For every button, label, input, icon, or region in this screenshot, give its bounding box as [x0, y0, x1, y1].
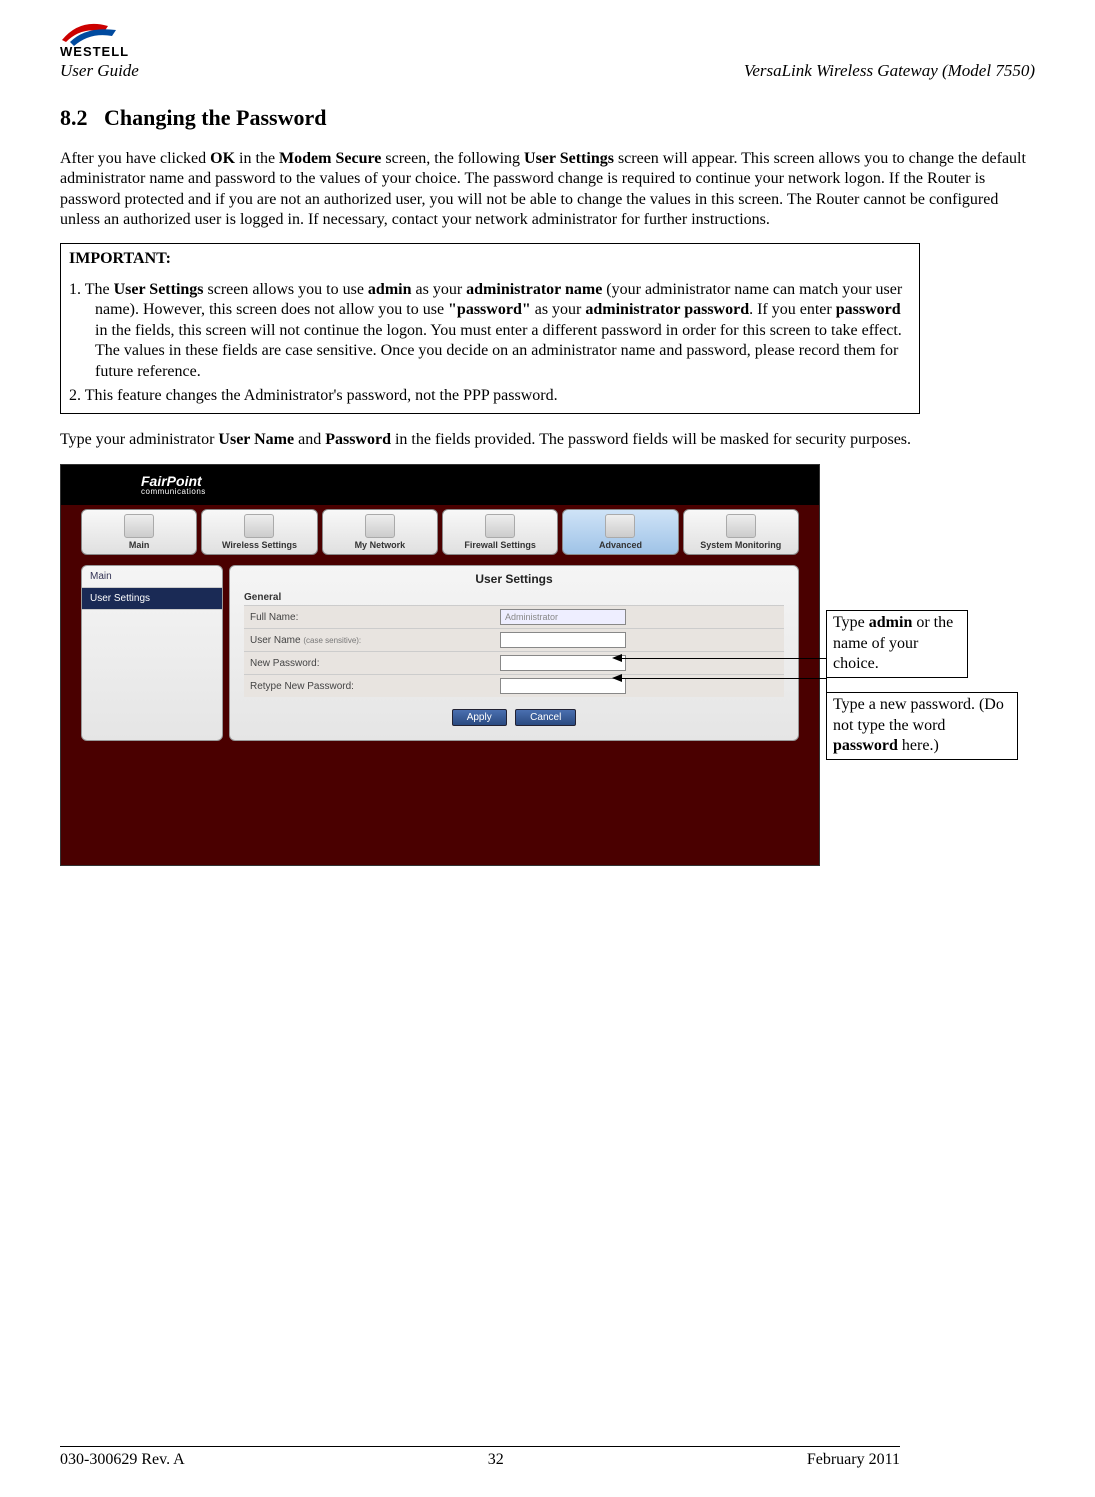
arrow-icon — [612, 654, 622, 662]
nav-mynetwork[interactable]: My Network — [322, 509, 438, 555]
screenshot-with-callouts: FairPoint communications Main Wireless S… — [60, 464, 1035, 894]
section-number: 8.2 — [60, 105, 104, 131]
nav-system[interactable]: System Monitoring — [683, 509, 799, 555]
callout-line-2a — [620, 678, 690, 679]
brand-text: WESTELL — [60, 44, 1035, 59]
callout-line-2b — [689, 678, 827, 719]
running-header: User Guide VersaLink Wireless Gateway (M… — [60, 61, 1035, 81]
westell-logo: WESTELL — [60, 20, 1035, 59]
row-fullname: Full Name: Administrator — [244, 605, 784, 628]
row-newpw: New Password: — [244, 651, 784, 674]
nav-firewall[interactable]: Firewall Settings — [442, 509, 558, 555]
callout-username: Type admin or the name of your choice. — [826, 610, 968, 677]
header-left: User Guide — [60, 61, 139, 81]
type-instruction: Type your administrator User Name and Pa… — [60, 430, 1035, 450]
footer-left: 030-300629 Rev. A — [60, 1451, 185, 1469]
username-input[interactable] — [500, 632, 626, 648]
advanced-icon — [605, 514, 635, 538]
section-heading: 8.2Changing the Password — [60, 105, 1035, 131]
important-label: IMPORTANT: — [69, 250, 911, 268]
page-footer: 030-300629 Rev. A 32 February 2011 — [60, 1446, 1035, 1469]
network-icon — [365, 514, 395, 538]
side-panel: Main User Settings — [81, 565, 223, 741]
callout-password: Type a new password. (Do not type the wo… — [826, 692, 1018, 759]
router-ui-figure: FairPoint communications Main Wireless S… — [60, 464, 820, 866]
important-box: IMPORTANT: 1. The User Settings screen a… — [60, 243, 920, 414]
nav-advanced[interactable]: Advanced — [562, 509, 678, 555]
apply-button[interactable]: Apply — [452, 709, 507, 726]
wireless-icon — [244, 514, 274, 538]
callout-line-1 — [620, 658, 826, 659]
figure-topbar: FairPoint communications — [61, 465, 819, 505]
arrow-icon — [612, 674, 622, 682]
firewall-icon — [485, 514, 515, 538]
document-page: WESTELL User Guide VersaLink Wireless Ga… — [0, 0, 1095, 1497]
panel-title: User Settings — [244, 572, 784, 586]
retype-password-input[interactable] — [500, 678, 626, 694]
cancel-button[interactable]: Cancel — [515, 709, 576, 726]
new-password-input[interactable] — [500, 655, 626, 671]
section-title-text: Changing the Password — [104, 105, 326, 130]
general-label: General — [244, 592, 784, 603]
footer-right: February 2011 — [807, 1451, 900, 1469]
fairpoint-logo: FairPoint communications — [141, 474, 206, 496]
side-user-settings[interactable]: User Settings — [82, 588, 222, 610]
important-item-1: 1. The User Settings screen allows you t… — [69, 280, 911, 382]
footer-center: 32 — [488, 1451, 504, 1469]
header-right: VersaLink Wireless Gateway (Model 7550) — [744, 61, 1035, 81]
important-item-2: 2. This feature changes the Administrato… — [69, 386, 911, 406]
nav-wireless[interactable]: Wireless Settings — [201, 509, 317, 555]
monitor-icon — [726, 514, 756, 538]
row-username: User Name (case sensitive): — [244, 628, 784, 651]
nav-main[interactable]: Main — [81, 509, 197, 555]
nav-row: Main Wireless Settings My Network Firewa… — [61, 505, 819, 559]
home-icon — [124, 514, 154, 538]
intro-paragraph: After you have clicked OK in the Modem S… — [60, 149, 1035, 231]
fullname-input[interactable]: Administrator — [500, 609, 626, 625]
side-main[interactable]: Main — [82, 566, 222, 588]
